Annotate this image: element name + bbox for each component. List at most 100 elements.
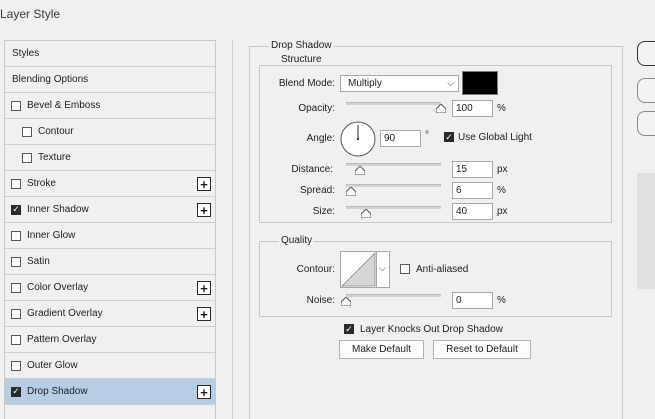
- angle-label: Angle:: [306, 133, 335, 144]
- inner-shadow-add-icon[interactable]: +: [197, 203, 211, 217]
- chevron-down-icon: ⌵: [447, 78, 454, 88]
- stroke-checkbox[interactable]: [11, 178, 21, 189]
- reset-default-button[interactable]: Reset to Default: [433, 340, 531, 359]
- distance-label: Distance:: [291, 164, 333, 175]
- stroke-label: Stroke: [27, 178, 56, 189]
- gradient-overlay-label: Gradient Overlay: [27, 308, 103, 319]
- styles-list: Styles Blending Options Bevel & Emboss C…: [4, 40, 216, 419]
- contour-item[interactable]: Contour: [5, 119, 215, 145]
- knockout-label: Layer Knocks Out Drop Shadow: [360, 324, 503, 335]
- angle-dial-icon[interactable]: [340, 121, 376, 157]
- inner-shadow-item[interactable]: ✓ Inner Shadow +: [5, 197, 215, 223]
- drop-shadow-title: Drop Shadow: [269, 40, 334, 51]
- opacity-slider-thumb[interactable]: [436, 104, 446, 113]
- texture-checkbox[interactable]: [22, 152, 32, 163]
- noise-label: Noise:: [306, 295, 335, 306]
- chevron-down-icon: ⌵: [379, 263, 386, 273]
- preview-panel: [637, 173, 655, 289]
- noise-unit: %: [497, 295, 506, 306]
- color-overlay-add-icon[interactable]: +: [197, 281, 211, 295]
- size-slider-thumb[interactable]: [361, 209, 371, 218]
- opacity-label: Opacity:: [298, 103, 335, 114]
- pattern-overlay-checkbox[interactable]: [11, 334, 21, 345]
- styles-header[interactable]: Styles: [5, 41, 215, 67]
- gradient-overlay-add-icon[interactable]: +: [197, 307, 211, 321]
- inner-glow-checkbox[interactable]: [11, 230, 21, 241]
- blend-mode-value: Multiply: [348, 78, 382, 89]
- noise-slider-thumb[interactable]: [341, 297, 351, 306]
- opacity-unit: %: [497, 103, 506, 114]
- color-overlay-item[interactable]: Color Overlay +: [5, 275, 215, 301]
- outer-glow-checkbox[interactable]: [11, 360, 21, 371]
- bevel-emboss-item[interactable]: Bevel & Emboss: [5, 93, 215, 119]
- blend-mode-select[interactable]: Multiply ⌵: [340, 75, 459, 92]
- size-input[interactable]: 40: [452, 203, 493, 220]
- contour-curve-icon: [341, 252, 376, 287]
- opacity-slider-track[interactable]: [346, 102, 441, 105]
- use-global-light-label: Use Global Light: [458, 132, 532, 143]
- structure-legend: Structure: [279, 54, 324, 65]
- cancel-button[interactable]: [637, 78, 655, 103]
- angle-unit: °: [425, 130, 429, 141]
- drop-shadow-item[interactable]: ✓ Drop Shadow +: [5, 379, 215, 405]
- stroke-add-icon[interactable]: +: [197, 177, 211, 191]
- color-overlay-checkbox[interactable]: [11, 282, 21, 293]
- bevel-emboss-checkbox[interactable]: [11, 100, 21, 111]
- contour-checkbox[interactable]: [22, 126, 32, 137]
- distance-slider-thumb[interactable]: [355, 166, 365, 175]
- spread-slider-track[interactable]: [346, 184, 441, 187]
- spread-slider-thumb[interactable]: [346, 187, 356, 196]
- shadow-color-swatch[interactable]: [462, 71, 498, 95]
- gradient-overlay-item[interactable]: Gradient Overlay +: [5, 301, 215, 327]
- contour-picker[interactable]: ⌵: [340, 251, 390, 288]
- ok-button[interactable]: [637, 41, 655, 66]
- blending-options-item[interactable]: Blending Options: [5, 67, 215, 93]
- gradient-overlay-checkbox[interactable]: [11, 308, 21, 319]
- use-global-light-checkbox[interactable]: ✓: [444, 132, 454, 142]
- pattern-overlay-item[interactable]: Pattern Overlay: [5, 327, 215, 353]
- drop-shadow-add-icon[interactable]: +: [197, 385, 211, 399]
- outer-glow-item[interactable]: Outer Glow: [5, 353, 215, 379]
- inner-shadow-label: Inner Shadow: [27, 204, 89, 215]
- texture-label: Texture: [38, 152, 71, 163]
- quality-legend: Quality: [279, 235, 315, 246]
- satin-label: Satin: [27, 256, 50, 267]
- size-unit: px: [497, 206, 508, 217]
- blending-options-label: Blending Options: [12, 74, 89, 85]
- spread-input[interactable]: 6: [452, 182, 493, 199]
- noise-input[interactable]: 0: [452, 292, 493, 309]
- inner-glow-label: Inner Glow: [27, 230, 76, 241]
- window-title: Layer Style: [0, 7, 61, 21]
- texture-item[interactable]: Texture: [5, 145, 215, 171]
- pattern-overlay-label: Pattern Overlay: [27, 334, 97, 345]
- distance-unit: px: [497, 164, 508, 175]
- contour-picker-divider: [376, 252, 377, 287]
- opacity-input[interactable]: 100: [452, 100, 493, 117]
- blend-mode-label: Blend Mode:: [278, 78, 335, 89]
- panel-divider: [232, 40, 233, 419]
- bevel-emboss-label: Bevel & Emboss: [27, 100, 101, 111]
- drop-shadow-checkbox[interactable]: ✓: [11, 386, 21, 397]
- noise-slider-track[interactable]: [346, 294, 441, 297]
- size-label: Size:: [312, 206, 335, 217]
- inner-shadow-checkbox[interactable]: ✓: [11, 204, 21, 215]
- anti-aliased-label: Anti-aliased: [416, 264, 469, 275]
- anti-aliased-checkbox[interactable]: [400, 264, 410, 274]
- distance-input[interactable]: 15: [452, 161, 493, 178]
- make-default-button[interactable]: Make Default: [339, 340, 424, 359]
- drop-shadow-label: Drop Shadow: [27, 386, 88, 397]
- spread-unit: %: [497, 185, 506, 196]
- contour-label: Contour: [38, 126, 74, 137]
- knockout-checkbox[interactable]: ✓: [344, 324, 354, 334]
- inner-glow-item[interactable]: Inner Glow: [5, 223, 215, 249]
- spread-label: Spread:: [299, 185, 335, 196]
- color-overlay-label: Color Overlay: [27, 282, 89, 293]
- new-style-button[interactable]: [637, 111, 655, 136]
- outer-glow-label: Outer Glow: [27, 360, 78, 371]
- contour-row-label: Contour:: [296, 264, 335, 275]
- stroke-item[interactable]: Stroke +: [5, 171, 215, 197]
- styles-header-label: Styles: [12, 48, 40, 59]
- satin-checkbox[interactable]: [11, 256, 21, 267]
- angle-input[interactable]: 90: [380, 130, 421, 147]
- satin-item[interactable]: Satin: [5, 249, 215, 275]
